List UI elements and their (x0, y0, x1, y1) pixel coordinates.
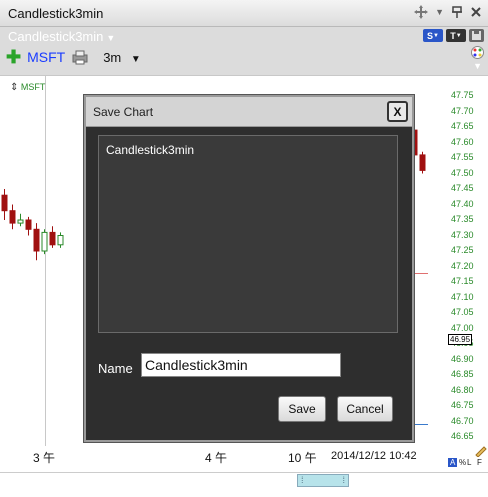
price-tick-label: 46.75 (451, 400, 474, 410)
price-tick-label: 47.30 (451, 229, 474, 240)
price-tick-label: 47.10 (451, 291, 474, 302)
list-item[interactable]: Candlestick3min (106, 143, 194, 157)
save-button[interactable]: Save (278, 396, 326, 422)
price-tick-label: 47.75 (451, 90, 474, 100)
price-tick-label: 47.65 (451, 121, 474, 131)
close-window-icon[interactable] (470, 6, 482, 18)
price-axis[interactable]: 47.75 47.70 47.65 47.60 47.55 47.50 47.45 47.40… (448, 76, 488, 451)
price-tick-label: 46.65 (451, 431, 474, 441)
dropdown-arrow-icon[interactable]: ▼ (435, 7, 444, 17)
percent-scale-button[interactable]: % (459, 458, 466, 467)
collapse-arrow-icon[interactable]: ▼ (473, 61, 482, 71)
chevron-down-icon: ▼ (455, 32, 462, 39)
time-axis-label: 4 午 (205, 451, 228, 465)
save-chart-dialog: Save Chart X Candlestick3min Name Save C… (84, 95, 414, 442)
price-marker-line (412, 273, 428, 274)
price-tick-label: 46.85 (451, 369, 474, 379)
scrollbar-thumb[interactable]: ⁞ ⁞ (297, 474, 349, 487)
text-tool-button[interactable]: T ▼ (446, 29, 466, 42)
time-axis-label: 3 午 (33, 451, 56, 465)
price-tick-label: 47.35 (451, 214, 474, 224)
draw-tool-icon[interactable] (474, 444, 487, 457)
chart-name-input[interactable] (141, 353, 341, 377)
auto-scale-button[interactable]: A (448, 458, 458, 467)
price-tick-label: 47.15 (451, 276, 474, 286)
dialog-title: Save Chart (93, 105, 154, 119)
candle (17, 213, 24, 227)
printer-icon[interactable] (71, 49, 89, 65)
datetime-label: 2014/12/12 10:42 (331, 450, 417, 462)
candle (49, 226, 56, 248)
chevron-down-icon: ▼ (106, 33, 116, 43)
candle (9, 204, 16, 230)
candle (1, 189, 8, 220)
price-tick-label: 46.80 (451, 384, 474, 395)
price-tick-label: 47.25 (451, 245, 474, 255)
chart-tools: S ▼ T ▼ (423, 29, 484, 42)
chevron-down-icon: ▼ (130, 53, 141, 65)
candle (25, 216, 32, 236)
price-tick-label: 47.50 (451, 167, 474, 178)
chevron-down-icon: ▼ (433, 32, 439, 39)
price-tick-label: 47.60 (451, 136, 474, 147)
price-marker-line (412, 424, 428, 425)
symbol-link[interactable]: MSFT (27, 49, 65, 65)
grip-icon: ⁞ (301, 475, 304, 485)
move-icon[interactable] (413, 4, 429, 20)
dialog-header: Save Chart X (86, 97, 412, 127)
current-price-label: 46.95 (448, 334, 473, 346)
price-tick-label: 47.70 (451, 105, 474, 116)
price-tick-label: 46.70 (451, 415, 474, 426)
fit-scale-button[interactable]: F (477, 458, 482, 467)
price-tick-label: 47.20 (451, 260, 474, 271)
time-axis: 3 午 4 午 10 午 2014/12/12 10:42 A % L F (0, 446, 488, 472)
pin-icon[interactable] (450, 5, 464, 19)
candle (33, 223, 40, 261)
candle (41, 229, 48, 255)
candle (57, 232, 64, 248)
window-titlebar: Candlestick3min ▼ (0, 0, 488, 27)
chart-name-label: Candlestick3min (8, 29, 104, 44)
chart-toolbar: Candlestick3min ▼ ✚ MSFT 3m ▼ S ▼ T ▼ ▼ (0, 27, 488, 76)
add-symbol-icon[interactable]: ✚ (6, 48, 21, 66)
cancel-button[interactable]: Cancel (337, 396, 393, 422)
price-tick-label: 47.45 (451, 183, 474, 193)
time-axis-label: 10 午 (288, 451, 317, 465)
save-icon[interactable] (469, 29, 484, 42)
interval-value: 3m (103, 49, 122, 65)
price-tick-label: 47.55 (451, 152, 474, 162)
price-tick-label: 47.00 (451, 322, 474, 333)
close-icon: X (393, 104, 402, 119)
price-tick-label: 47.40 (451, 198, 474, 209)
time-scrollbar[interactable]: ⁞ ⁞ (0, 472, 488, 497)
study-button[interactable]: S ▼ (423, 29, 443, 42)
palette-icon[interactable] (471, 46, 484, 59)
chart-name-menu[interactable]: Candlestick3min ▼ (8, 29, 115, 44)
interval-select[interactable]: 3m ▼ (103, 50, 141, 65)
log-scale-button[interactable]: L (467, 458, 471, 467)
price-tick-label: 47.05 (451, 307, 474, 317)
window-title: Candlestick3min (8, 6, 104, 21)
price-tick-label: 46.90 (451, 353, 474, 364)
close-dialog-button[interactable]: X (387, 101, 408, 122)
saved-charts-list[interactable]: Candlestick3min (98, 135, 398, 333)
name-label: Name (98, 361, 133, 376)
candle (419, 151, 426, 174)
grip-icon: ⁞ (342, 475, 345, 485)
